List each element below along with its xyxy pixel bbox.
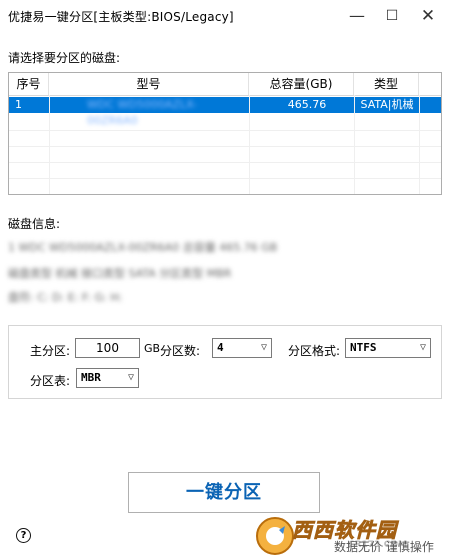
grid-line (9, 178, 441, 179)
row-capacity: 465.76 (287, 98, 327, 111)
close-button[interactable]: ✕ (414, 4, 442, 28)
primary-unit-label: GB (144, 342, 161, 355)
one-click-partition-button[interactable]: 一键分区 (128, 472, 320, 513)
row-model: WDC WD5000AZLX-00ZR6A0 (87, 98, 198, 127)
partition-count-value: 4 (217, 341, 224, 354)
disk-info-line: 1 WDC WD5000AZLX-00ZR6A0 总容量 465.76 GB (8, 241, 278, 254)
col-header-type[interactable]: 类型 (354, 73, 419, 95)
partition-table-value: MBR (81, 371, 101, 384)
title-bar: 优捷易一键分区[主板类型:BIOS/Legacy] — ☐ ✕ (0, 0, 450, 32)
partition-format-value: NTFS (350, 341, 377, 354)
help-icon[interactable]: ? (16, 528, 31, 543)
col-header-model[interactable]: 型号 (49, 73, 249, 95)
chevron-down-icon: ▽ (419, 342, 426, 353)
grid-line (419, 95, 420, 194)
watermark-caption: 数据无价 谨慎操作 (334, 540, 434, 554)
window-title: 优捷易一键分区[主板类型:BIOS/Legacy] (8, 10, 234, 24)
grid-line (249, 95, 250, 194)
partition-options-group (8, 325, 442, 399)
primary-partition-label: 主分区: (30, 344, 71, 358)
grid-line (9, 130, 441, 131)
col-header-capacity[interactable]: 总容量(GB) (249, 73, 354, 95)
partition-count-label: 分区数: (160, 344, 201, 358)
partition-table-select[interactable]: MBR ▽ (76, 368, 139, 388)
chevron-down-icon: ▽ (127, 372, 134, 383)
minimize-button[interactable]: — (343, 4, 371, 28)
grid-line (9, 162, 441, 163)
col-header-index[interactable]: 序号 (9, 73, 49, 95)
grid-line (49, 95, 50, 194)
grid-line (9, 146, 441, 147)
table-header: 序号 型号 总容量(GB) 类型 (9, 73, 441, 96)
partition-format-select[interactable]: NTFS ▽ (345, 338, 431, 358)
disk-table[interactable]: 序号 型号 总容量(GB) 类型 1 WDC WD5000AZLX-00ZR6A… (8, 72, 442, 195)
primary-size-input[interactable]: 100 (75, 338, 140, 358)
disk-info-line: 磁盘类型 机械 接口类型 SATA 分区类型 MBR (8, 267, 232, 280)
disk-info-line: 盘符: C: D: E: F: G: H: (8, 291, 123, 304)
grid-line (354, 95, 355, 194)
row-index: 1 (15, 98, 22, 111)
row-type: SATA|机械 (360, 98, 414, 111)
maximize-button[interactable]: ☐ (378, 4, 406, 28)
table-row[interactable]: 1 WDC WD5000AZLX-00ZR6A0 465.76 SATA|机械 (9, 97, 441, 127)
disk-select-label: 请选择要分区的磁盘: (8, 51, 121, 65)
partition-format-label: 分区格式: (288, 344, 341, 358)
disk-info-label: 磁盘信息: (8, 217, 61, 231)
chevron-down-icon: ▽ (260, 342, 267, 353)
partition-table-label: 分区表: (30, 374, 71, 388)
partition-count-select[interactable]: 4 ▽ (212, 338, 272, 358)
